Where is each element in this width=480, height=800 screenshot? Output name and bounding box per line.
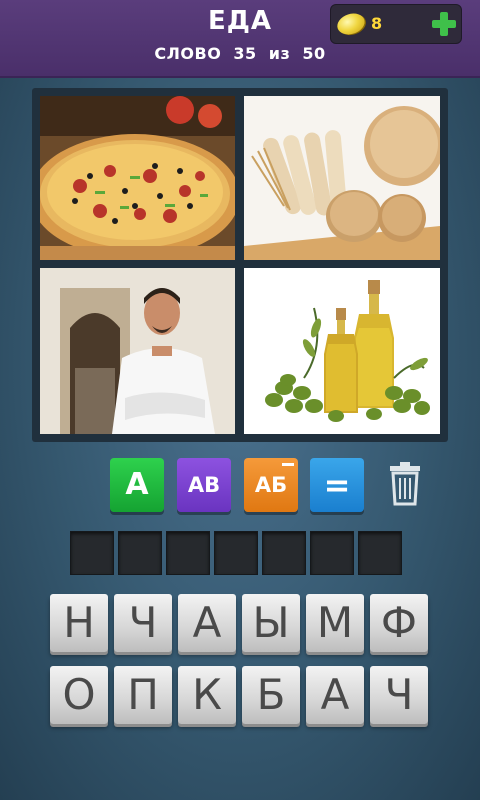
letter-key[interactable]: Ч (114, 594, 172, 652)
answer-slot[interactable] (310, 531, 354, 575)
letter-key[interactable]: А (178, 594, 236, 652)
letter-key[interactable]: Ы (242, 594, 300, 652)
answer-slot[interactable] (166, 531, 210, 575)
answer-slot[interactable] (118, 531, 162, 575)
coin-icon (334, 10, 368, 38)
letter-key[interactable]: О (50, 666, 108, 724)
letter-key[interactable]: Б (242, 666, 300, 724)
remove-letters-cyr-button[interactable]: АБ (244, 458, 298, 512)
picture-olive-oil[interactable] (244, 268, 440, 434)
coin-counter[interactable]: 8 (330, 4, 462, 44)
letter-key[interactable]: Ф (370, 594, 428, 652)
answer-slot[interactable] (262, 531, 306, 575)
remove-letters-button[interactable]: AB (177, 458, 231, 512)
letter-key[interactable]: М (306, 594, 364, 652)
level-current: 35 (233, 44, 257, 63)
answer-slot[interactable] (358, 531, 402, 575)
answer-slot[interactable] (70, 531, 114, 575)
letter-key[interactable]: Ч (370, 666, 428, 724)
letter-key[interactable]: К (178, 666, 236, 724)
solve-button[interactable]: = (310, 458, 364, 512)
level-word: СЛОВО (154, 44, 222, 63)
picture-grid (32, 88, 448, 442)
level-of: из (268, 44, 291, 63)
level-indicator: СЛОВО 35 из 50 (0, 44, 480, 63)
olive-oil-image (244, 268, 440, 434)
reveal-letter-button[interactable]: A (110, 458, 164, 512)
bread-image (244, 96, 440, 260)
plus-icon[interactable] (431, 11, 457, 37)
picture-chef[interactable] (40, 268, 235, 434)
trash-icon[interactable] (388, 460, 422, 506)
chef-image (40, 268, 235, 434)
letter-key[interactable]: А (306, 666, 364, 724)
level-total: 50 (302, 44, 326, 63)
letter-key[interactable]: П (114, 666, 172, 724)
picture-pizza[interactable] (40, 96, 235, 260)
answer-slot[interactable] (214, 531, 258, 575)
picture-bread[interactable] (244, 96, 440, 260)
top-bar: ЕДА СЛОВО 35 из 50 8 (0, 0, 480, 78)
letter-key[interactable]: Н (50, 594, 108, 652)
coin-count: 8 (371, 14, 383, 33)
pizza-image (40, 96, 235, 260)
